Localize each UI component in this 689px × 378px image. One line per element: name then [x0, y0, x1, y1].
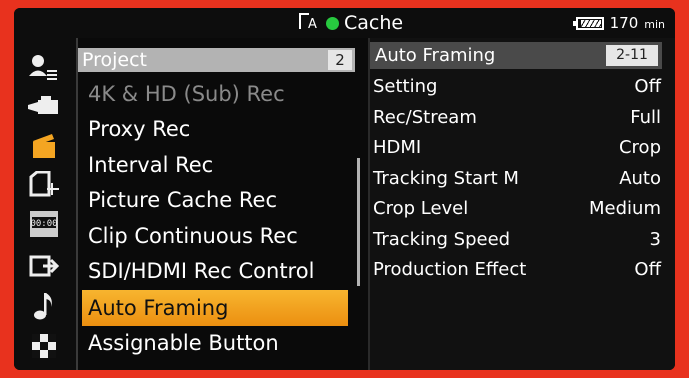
detail-value: Off — [634, 259, 661, 280]
menu-list: Project 2 4K & HD (Sub) Rec Proxy Rec In… — [78, 38, 368, 370]
list-item-proxy-rec[interactable]: Proxy Rec — [82, 112, 348, 146]
battery-unit: min — [644, 18, 665, 31]
detail-row-crop-level[interactable]: Crop Level Medium — [373, 194, 661, 224]
detail-key: Setting — [373, 76, 438, 97]
detail-key: Production Effect — [373, 259, 527, 280]
svg-text:00:00: 00:00 — [30, 219, 57, 229]
detail-row-tracking-speed[interactable]: Tracking Speed 3 — [373, 225, 661, 255]
detail-key: Tracking Speed — [373, 229, 511, 250]
status-bar: A Cache 170 min — [14, 8, 675, 38]
list-item-assignable-button[interactable]: Assignable Button — [82, 326, 348, 360]
detail-value: 3 — [649, 229, 661, 250]
timecode-icon[interactable]: 00:00 — [24, 208, 64, 240]
detail-row-rec-stream[interactable]: Rec/Stream Full — [373, 103, 661, 133]
user-menu-icon[interactable] — [24, 52, 64, 84]
panel-divider — [368, 38, 370, 370]
cache-label: Cache — [344, 12, 404, 34]
status-center: A Cache — [299, 11, 403, 35]
audio-icon[interactable] — [24, 290, 64, 322]
detail-row-tracking-start[interactable]: Tracking Start M Auto — [373, 164, 661, 194]
checker-icon[interactable] — [24, 330, 64, 362]
list-item-auto-framing[interactable]: Auto Framing — [82, 290, 348, 326]
camera-icon[interactable] — [24, 92, 64, 124]
detail-key: HDMI — [373, 137, 422, 158]
list-item-4k-hd-sub-rec[interactable]: 4K & HD (Sub) Rec — [82, 77, 348, 111]
detail-page-badge: 2-11 — [606, 45, 658, 66]
menu-list-title: Project — [82, 49, 148, 71]
detail-key: Tracking Start M — [373, 168, 519, 189]
auto-framing-status-icon: A — [299, 13, 321, 33]
clapperboard-icon[interactable] — [24, 130, 64, 162]
detail-header: Auto Framing 2-11 — [370, 42, 662, 69]
detail-title: Auto Framing — [375, 45, 496, 66]
detail-row-setting[interactable]: Setting Off — [373, 72, 661, 102]
list-item-interval-rec[interactable]: Interval Rec — [82, 148, 348, 182]
detail-panel: Auto Framing 2-11 Setting Off Rec/Stream… — [368, 38, 675, 370]
detail-key: Rec/Stream — [373, 107, 477, 128]
detail-value: Crop — [618, 137, 661, 158]
menu-category-sidebar: 00:00 — [14, 38, 78, 370]
menu-page-badge: 2 — [328, 50, 352, 70]
output-icon[interactable] — [24, 250, 64, 282]
detail-value: Auto — [619, 168, 661, 189]
list-item-picture-cache-rec[interactable]: Picture Cache Rec — [82, 183, 348, 217]
detail-row-production-effect[interactable]: Production Effect Off — [373, 255, 661, 285]
battery-icon — [572, 16, 604, 30]
menu-list-header: Project 2 — [78, 48, 355, 72]
menu-scrollbar[interactable] — [357, 158, 360, 286]
detail-key: Crop Level — [373, 198, 469, 219]
detail-value: Full — [630, 107, 661, 128]
detail-value: Medium — [589, 198, 661, 219]
detail-row-hdmi[interactable]: HDMI Crop — [373, 133, 661, 163]
cache-status-dot — [326, 16, 339, 30]
list-item-clip-continuous-rec[interactable]: Clip Continuous Rec — [82, 219, 348, 253]
camera-menu-screen: A Cache 170 min 00:00 Project 2 4K & HD … — [14, 8, 675, 370]
card-icon[interactable] — [24, 168, 64, 200]
list-item-sdi-hdmi-rec-control[interactable]: SDI/HDMI Rec Control — [82, 254, 348, 288]
battery-minutes: 170 — [609, 14, 639, 32]
battery-status: 170 min — [572, 11, 665, 35]
detail-value: Off — [634, 76, 661, 97]
